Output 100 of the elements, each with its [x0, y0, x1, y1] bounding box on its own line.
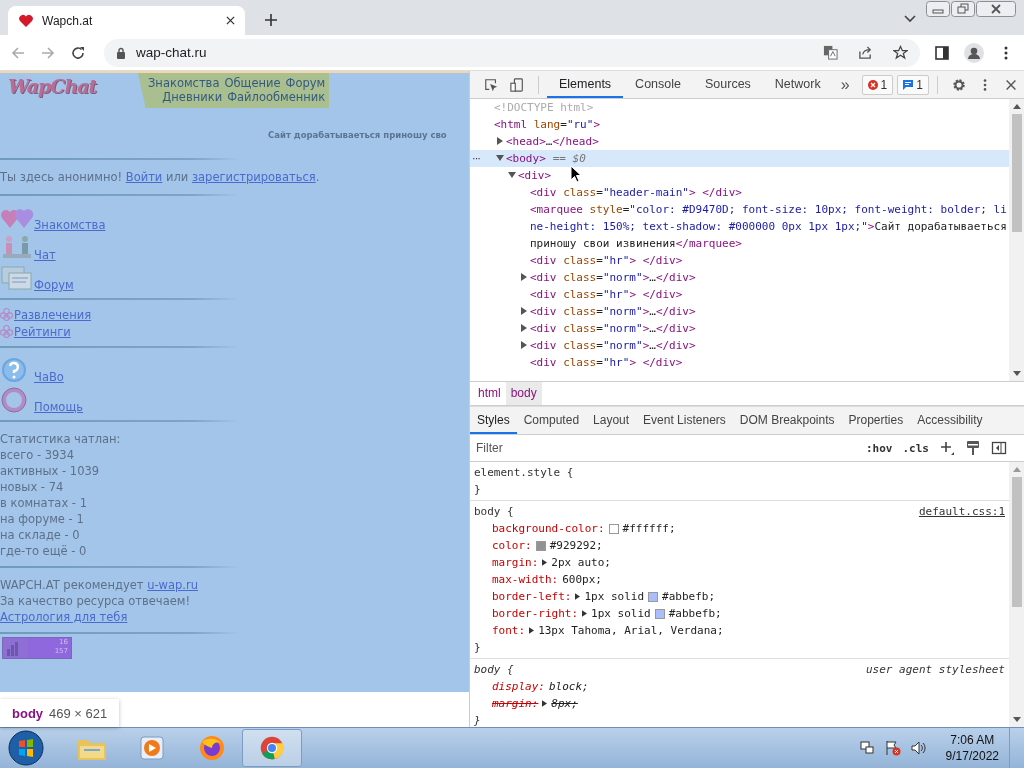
dom-node[interactable]: <div class="norm">…</div> — [530, 320, 696, 337]
devtools-tab[interactable]: Sources — [693, 71, 763, 98]
taskbar-button[interactable] — [242, 729, 302, 767]
color-swatch[interactable] — [608, 523, 619, 534]
styles-tab[interactable]: Styles — [470, 407, 517, 434]
close-icon[interactable] — [226, 16, 235, 25]
expand-triangle-icon[interactable] — [542, 700, 548, 707]
styles-tab[interactable]: Computed — [516, 407, 587, 434]
device-icon[interactable] — [510, 76, 525, 93]
new-tab-icon[interactable] — [265, 14, 277, 26]
dom-node[interactable]: <html lang="ru"> — [494, 116, 600, 133]
devtools-tab[interactable]: Network — [762, 71, 833, 98]
scrollbar-thumb[interactable] — [1011, 477, 1022, 607]
scroll-down-icon[interactable] — [1012, 371, 1021, 376]
css-property[interactable]: color: — [492, 537, 532, 554]
nav-link[interactable]: Знакомства — [148, 76, 220, 90]
address-bar[interactable]: wap-chat.ru — [104, 38, 920, 67]
css-property[interactable]: margin: — [492, 695, 539, 712]
css-value[interactable]: #ffffff; — [622, 520, 676, 537]
dom-node[interactable]: <head>…</head> — [506, 133, 599, 150]
collapsed-triangle-icon[interactable] — [520, 324, 528, 332]
css-property[interactable]: background-color: — [492, 520, 605, 537]
dom-node[interactable]: <div class="norm">…</div> — [530, 337, 696, 354]
expanded-triangle-icon[interactable] — [508, 171, 516, 179]
hover-toggle[interactable]: :hov — [861, 441, 898, 455]
node-menu-button[interactable]: ··· — [472, 150, 480, 167]
close-icon[interactable] — [976, 1, 1016, 17]
settings-icon[interactable] — [951, 76, 966, 93]
css-value[interactable]: block; — [549, 678, 589, 695]
restore-icon[interactable] — [951, 1, 975, 17]
dom-node[interactable]: <div> — [518, 167, 552, 184]
nav-link[interactable]: Файлообменник — [227, 90, 326, 104]
expand-triangle-icon[interactable] — [582, 610, 588, 617]
css-property[interactable]: font: — [492, 622, 526, 639]
inspect-icon[interactable] — [484, 76, 499, 93]
styles-tab[interactable]: Layout — [586, 407, 637, 434]
more-tabs-button[interactable]: » — [832, 75, 858, 94]
styles-tab[interactable]: Accessibility — [910, 407, 990, 434]
css-value[interactable]: #abbefb; — [668, 605, 722, 622]
volume-icon[interactable] — [910, 740, 927, 756]
collapsed-triangle-icon[interactable] — [520, 273, 528, 281]
collapsed-triangle-icon[interactable] — [520, 307, 528, 315]
css-property[interactable]: border-left: — [492, 588, 572, 605]
scroll-down-icon[interactable] — [1012, 717, 1021, 722]
css-property[interactable]: border-right: — [492, 605, 579, 622]
network-icon[interactable] — [858, 740, 875, 756]
dom-node[interactable]: <marquee style="color: #D9470D; font-size: 10px; font-weight: bolder; line-height: 150%; text-shadow: #000000 0px 1px 1px;">Сайт дорабатываеться приношу свои извинения</marquee> — [530, 201, 1009, 252]
css-property[interactable]: margin: — [492, 554, 539, 571]
expand-triangle-icon[interactable] — [529, 627, 535, 634]
scrollbar-thumb[interactable] — [1011, 114, 1022, 232]
collapsed-triangle-icon[interactable] — [520, 341, 528, 349]
translate-icon[interactable] — [823, 45, 838, 60]
color-swatch[interactable] — [648, 591, 659, 602]
breadcrumb[interactable]: html — [473, 382, 506, 405]
css-value[interactable]: 13px Tahoma, Arial, Verdana; — [538, 622, 724, 639]
dom-node[interactable]: <body> — [506, 150, 546, 167]
color-swatch[interactable] — [535, 540, 546, 551]
nav-link[interactable]: Форум — [285, 76, 326, 90]
css-value[interactable]: 1px solid — [584, 588, 645, 605]
collapsed-triangle-icon[interactable] — [496, 137, 504, 145]
css-property[interactable]: max-width: — [492, 571, 559, 588]
flag-icon[interactable] — [884, 740, 901, 756]
dom-node[interactable]: <div class="hr"> </div> — [530, 286, 683, 303]
sidebar-toggle-icon[interactable] — [991, 440, 1007, 456]
scroll-up-icon[interactable] — [1012, 104, 1021, 109]
devtools-tab[interactable]: Console — [623, 71, 693, 98]
start-button[interactable] — [8, 730, 44, 766]
dom-node[interactable]: <div class="hr"> </div> — [530, 252, 683, 269]
styles-tab[interactable]: Properties — [841, 407, 911, 434]
chevron-down-icon[interactable] — [904, 15, 916, 23]
styles-tab[interactable]: DOM Breakpoints — [732, 407, 842, 434]
minimize-icon[interactable] — [926, 1, 950, 17]
message-badge[interactable]: 1 — [897, 74, 929, 95]
dom-node[interactable]: <div class="hr"> </div> — [530, 354, 683, 371]
color-swatch[interactable] — [654, 608, 665, 619]
css-value[interactable]: #929292; — [549, 537, 603, 554]
side-panel-icon[interactable] — [934, 44, 950, 61]
clock[interactable]: 7:06 AM 9/17/2022 — [945, 732, 999, 764]
breadcrumb[interactable]: body — [505, 382, 542, 405]
plus-icon[interactable] — [939, 440, 955, 456]
expanded-triangle-icon[interactable] — [496, 154, 504, 162]
error-badge[interactable]: 1 — [861, 74, 894, 95]
dom-node[interactable]: <div class="norm">…</div> — [530, 303, 696, 320]
share-icon[interactable] — [858, 45, 873, 60]
css-value[interactable]: 2px auto; — [551, 554, 611, 571]
styles-tab[interactable]: Event Listeners — [636, 407, 733, 434]
css-value[interactable]: 1px solid — [591, 605, 651, 622]
nav-link[interactable]: Дневники — [162, 90, 223, 104]
source-link[interactable]: default.css:1 — [918, 503, 1005, 520]
dom-node[interactable]: <div class="norm">…</div> — [530, 269, 696, 286]
css-property[interactable]: display: — [492, 678, 545, 695]
css-value[interactable]: 600px; — [562, 571, 602, 588]
expand-triangle-icon[interactable] — [542, 559, 548, 566]
css-value[interactable]: 8px; — [551, 695, 578, 712]
css-value[interactable]: #abbefb; — [662, 588, 716, 605]
star-icon[interactable] — [893, 45, 908, 60]
nav-link[interactable]: Общение — [224, 76, 281, 90]
paint-icon[interactable] — [965, 440, 981, 456]
devtools-tab[interactable]: Elements — [547, 71, 624, 98]
dom-node[interactable]: <div class="header-main"> </div> — [530, 184, 742, 201]
